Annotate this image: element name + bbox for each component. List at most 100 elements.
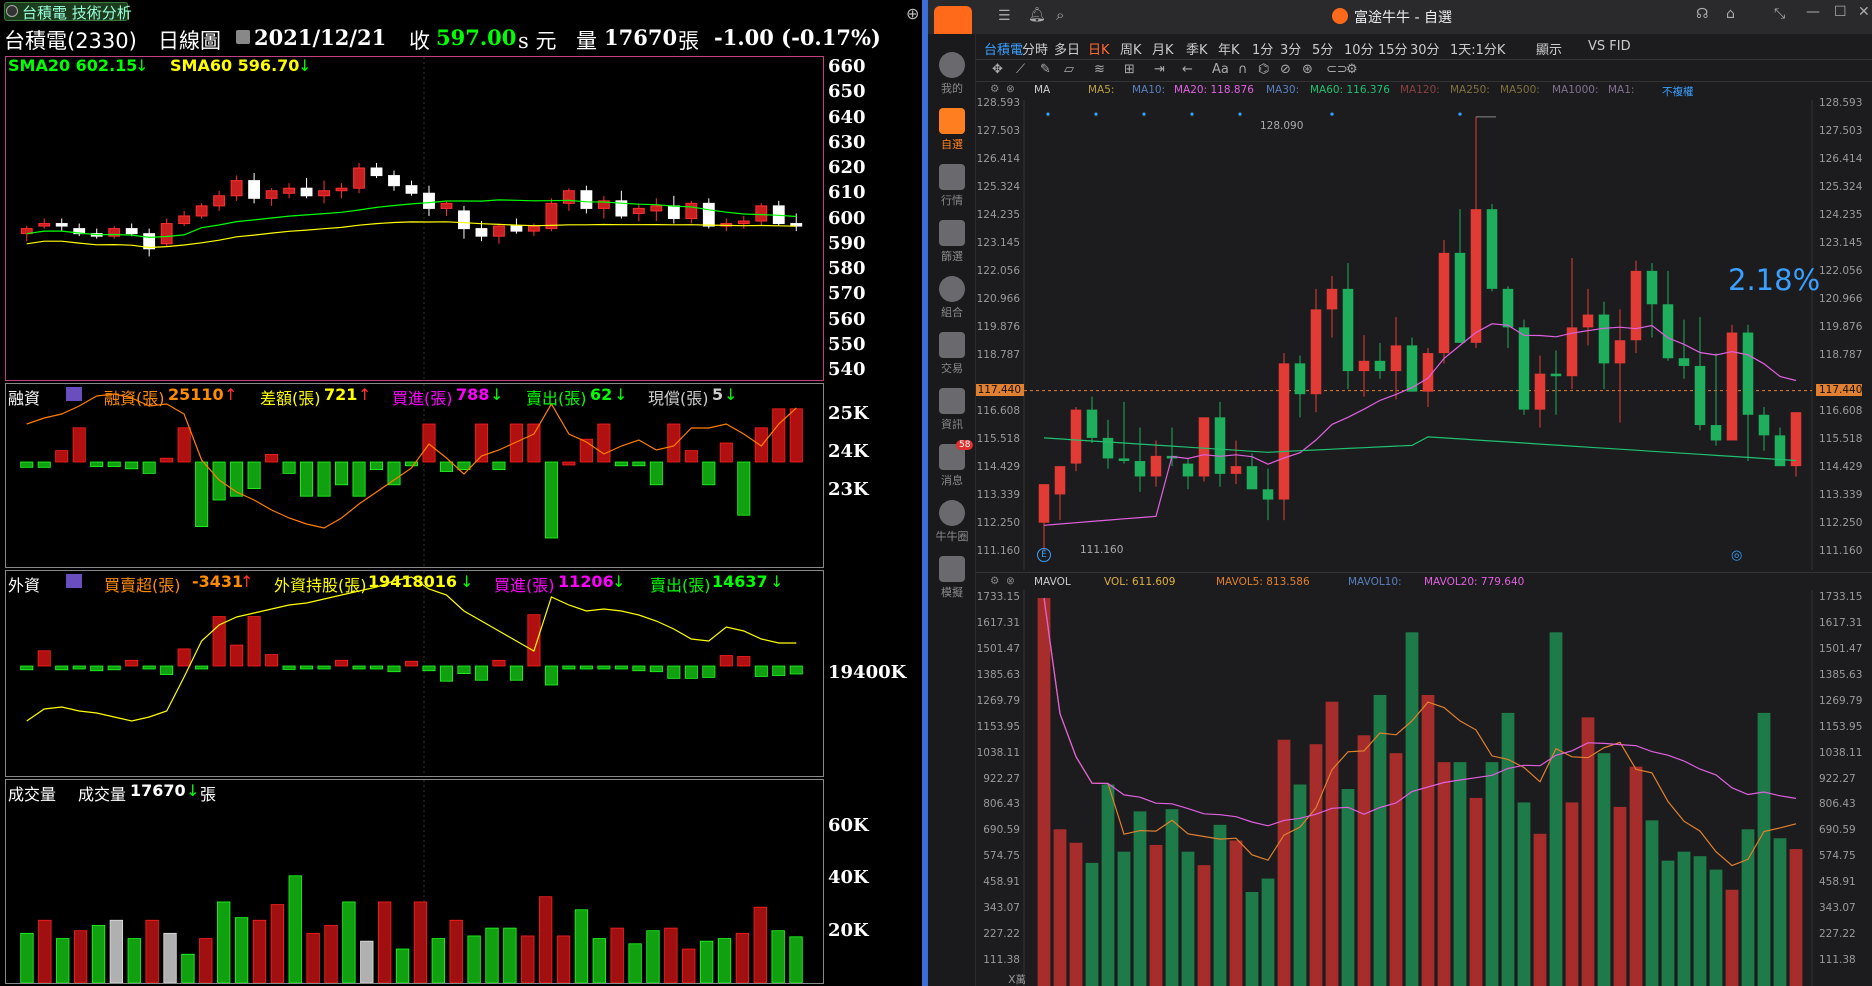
period-dropdown-icon[interactable]	[236, 30, 250, 44]
sidebar-item-news[interactable]: 資訊	[928, 388, 976, 432]
pen-tool-icon[interactable]: ✎	[1040, 62, 1051, 77]
price-ytick: 590	[828, 232, 866, 254]
foreign-bar	[317, 665, 331, 670]
target-marker-icon[interactable]: ◎	[1731, 548, 1742, 563]
ma-title[interactable]: MA	[1034, 84, 1050, 96]
arrow-tool-icon[interactable]: ←	[1182, 62, 1193, 77]
candle	[1454, 252, 1466, 343]
candle	[632, 207, 645, 214]
mavol-title[interactable]: MAVOL	[1034, 576, 1071, 588]
tab-4[interactable]: 周K	[1120, 39, 1142, 58]
candle	[1134, 461, 1146, 477]
menu-icon[interactable]: ☰	[998, 8, 1011, 24]
marker-dot	[1330, 112, 1334, 116]
tab-5[interactable]: 月K	[1152, 39, 1174, 58]
volume-bar	[646, 930, 660, 983]
list-icon[interactable]	[66, 387, 82, 401]
sidebar-item-user[interactable]: 我的	[928, 52, 976, 96]
measure-tool-icon[interactable]: ⊞	[1124, 62, 1135, 77]
margin-bar	[527, 423, 541, 463]
bell-icon[interactable]: 🔔︎	[1028, 7, 1046, 23]
tab-14[interactable]: 1天:1分K	[1450, 39, 1505, 58]
candle	[353, 167, 365, 189]
sidebar-item-community[interactable]: 牛牛圈	[928, 500, 976, 544]
sidebar-item-watchlist[interactable]: 自選	[928, 108, 976, 152]
indicator-settings-icon[interactable]: ⚙	[990, 83, 999, 95]
margin-bar	[55, 450, 69, 463]
kline-ytick-right: 112.250	[1819, 516, 1863, 529]
sidebar-item-market[interactable]: 行情	[928, 164, 976, 208]
tab-7[interactable]: 年K	[1218, 39, 1240, 58]
candle	[300, 187, 313, 197]
volume-ytick-right: 690.59	[1819, 824, 1856, 837]
shirt-icon[interactable]: ⌂	[1726, 6, 1735, 22]
event-marker-icon[interactable]: E	[1037, 548, 1051, 562]
tab-9[interactable]: 3分	[1280, 39, 1301, 58]
tab-3[interactable]: 日K	[1088, 39, 1110, 58]
channel-tool-icon[interactable]: ▱	[1064, 62, 1074, 77]
magnet-tool-icon[interactable]: ∩	[1238, 62, 1248, 77]
candle	[1054, 466, 1066, 495]
tab-6[interactable]: 季K	[1186, 39, 1208, 58]
margin-bar	[789, 408, 803, 463]
sidebar-item-simulate[interactable]: 模擬	[928, 556, 976, 600]
sidebar-item-message[interactable]: 消息 58	[928, 440, 976, 488]
volume-bar	[395, 948, 410, 983]
sidebar-item-filter[interactable]: 篩選	[928, 220, 976, 264]
volume-ytick-left: 1733.15	[976, 591, 1020, 603]
tab-2[interactable]: 多日	[1054, 39, 1080, 58]
indicator-close-icon[interactable]: ⊗	[1006, 575, 1015, 587]
volume-bar	[1789, 849, 1803, 986]
tab-11[interactable]: 10分	[1344, 39, 1374, 58]
fib-tool-icon[interactable]: ≋	[1094, 62, 1105, 77]
hide-tool-icon[interactable]: ⊘	[1280, 62, 1291, 77]
margin-f2-value: 721	[324, 385, 358, 404]
tab-12[interactable]: 15分	[1378, 39, 1408, 58]
candle	[1262, 489, 1274, 500]
margin-bar	[335, 461, 349, 486]
delete-tool-icon[interactable]: ⊛	[1302, 62, 1313, 77]
sidebar-item-label: 模擬	[941, 586, 963, 599]
mavol10-label: MAVOL10:	[1348, 576, 1402, 588]
tab-8[interactable]: 1分	[1252, 39, 1273, 58]
list-icon[interactable]	[66, 574, 82, 588]
headset-icon[interactable]: ☊	[1696, 6, 1708, 22]
indicator-close-icon[interactable]: ⊗	[1006, 83, 1015, 95]
sidebar-item-trade[interactable]: 交易	[928, 332, 976, 376]
text-tool-icon[interactable]: Aa	[1212, 62, 1229, 77]
volume-ytick-left: 1385.63	[976, 668, 1020, 681]
tab-16[interactable]: VS FID	[1588, 39, 1631, 54]
tab-1[interactable]: 分時	[1022, 39, 1048, 58]
tab-13[interactable]: 30分	[1410, 39, 1440, 58]
sidebar-item-portfolio[interactable]: 組合	[928, 276, 976, 320]
search-icon[interactable]: ⌕	[1056, 6, 1064, 24]
kline-ytick-right: 120.966	[1819, 293, 1863, 305]
range-tool-icon[interactable]: ⇥	[1154, 62, 1165, 77]
shrink-icon[interactable]: ⤡	[1774, 6, 1785, 22]
close-icon[interactable]: ✕	[1858, 4, 1870, 20]
volume-bar	[1533, 833, 1547, 986]
lock-tool-icon[interactable]: ⌬	[1258, 62, 1269, 77]
adjust-mode[interactable]: 不複權	[1662, 84, 1694, 99]
menu-circle-icon[interactable]	[6, 5, 18, 17]
minimize-icon[interactable]: —	[1806, 4, 1820, 20]
down-arrow-icon: ↓	[612, 572, 626, 591]
indicator-settings-icon[interactable]: ⚙	[990, 575, 999, 587]
margin-bar	[20, 461, 34, 468]
candle	[178, 215, 191, 225]
margin-bar	[754, 427, 768, 463]
tab-0[interactable]: 台積電	[984, 39, 1023, 58]
volume-bar	[1661, 860, 1675, 986]
margin-bar	[37, 461, 51, 468]
crosshair-icon[interactable]: ✥	[992, 62, 1003, 77]
link-tool-icon[interactable]: ⊂⊃	[1326, 62, 1348, 77]
line-tool-icon[interactable]: ⟋	[1016, 62, 1025, 77]
settings-tool-icon[interactable]: ⚙	[1346, 62, 1358, 77]
candle	[125, 228, 138, 235]
maximize-icon[interactable]: ☐	[1834, 4, 1847, 20]
tab-10[interactable]: 5分	[1312, 39, 1333, 58]
volume-bar	[1357, 735, 1371, 986]
margin-bar	[737, 461, 751, 516]
tab-15[interactable]: 顯示	[1536, 39, 1562, 58]
zoom-icon[interactable]: ⊕	[906, 4, 919, 23]
